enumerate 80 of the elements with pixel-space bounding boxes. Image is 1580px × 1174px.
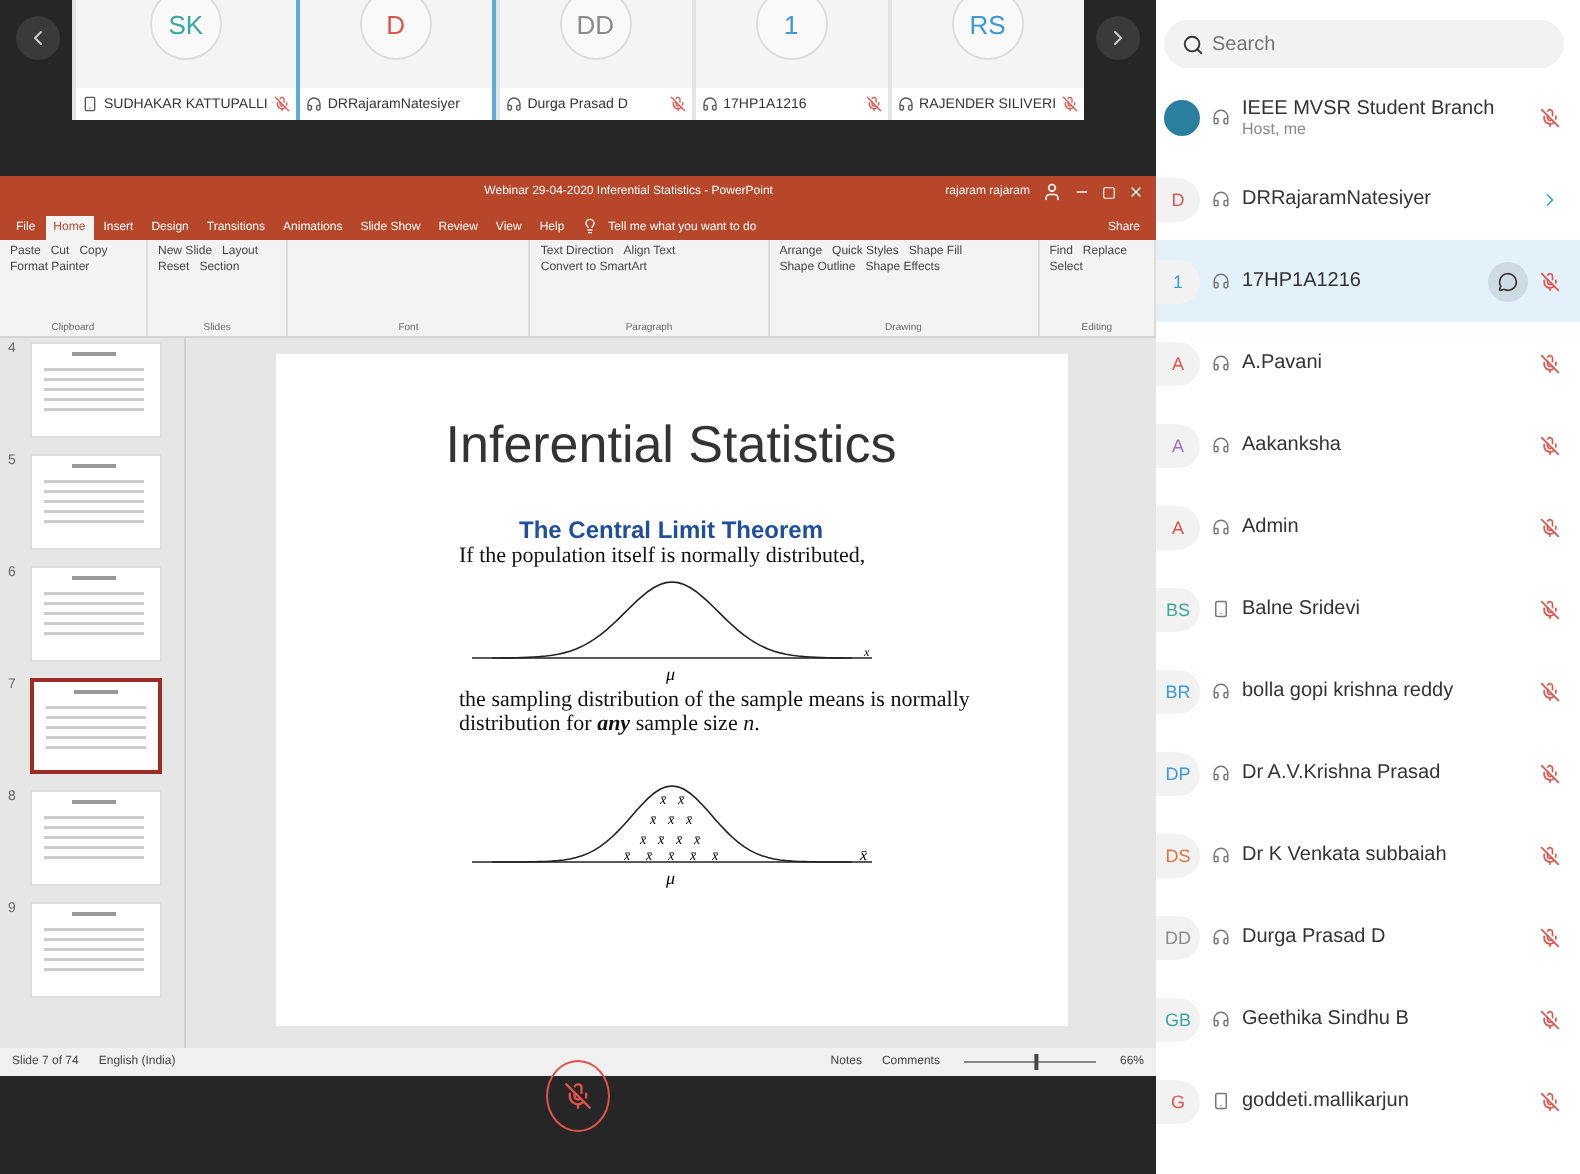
phone-icon bbox=[1212, 600, 1230, 618]
participant-name: Geethika Sindhu B bbox=[1242, 1008, 1411, 1030]
headset-icon bbox=[897, 96, 914, 112]
initials-avatar: DD bbox=[1156, 915, 1200, 959]
muted-mic-icon bbox=[564, 1082, 592, 1110]
headset-icon bbox=[1212, 764, 1230, 782]
participant-name: goddeti.mallikarjun bbox=[1242, 1090, 1411, 1112]
maximize-icon[interactable] bbox=[1102, 185, 1116, 199]
participant-row[interactable]: DP Dr A.V.Krishna Prasad bbox=[1156, 732, 1580, 814]
headset-icon bbox=[1212, 682, 1230, 700]
headset-icon bbox=[1212, 354, 1230, 372]
initials-avatar: D bbox=[1156, 177, 1200, 221]
participant-role: Host, me bbox=[1242, 119, 1309, 137]
headset-icon bbox=[1212, 190, 1230, 208]
next-button[interactable] bbox=[1096, 16, 1140, 60]
participant-row[interactable]: 1 17HP1A1216 bbox=[1156, 240, 1580, 322]
headset-icon bbox=[1212, 272, 1230, 290]
participant-row[interactable]: BR bolla gopi krishna reddy bbox=[1156, 650, 1580, 732]
participant-name: Dr K Venkata subbaiah bbox=[1242, 844, 1449, 866]
participant-row[interactable]: IEEE MVSR Student Branch Host, me bbox=[1156, 76, 1580, 158]
participant-row[interactable]: A Admin bbox=[1156, 486, 1580, 568]
phone-icon bbox=[82, 96, 98, 112]
chat-button[interactable] bbox=[1488, 261, 1528, 301]
headset-icon bbox=[1212, 436, 1230, 454]
participant-row[interactable]: GB Geethika Sindhu B bbox=[1156, 978, 1580, 1060]
lightbulb-icon bbox=[582, 218, 599, 234]
search-field[interactable]: Search bbox=[1164, 20, 1564, 68]
slide-text: If the population itself is normally distributed, bbox=[459, 544, 868, 568]
initials-avatar: BR bbox=[1156, 669, 1200, 713]
previous-button[interactable] bbox=[16, 16, 60, 60]
participant-name: Durga Prasad D bbox=[1242, 926, 1388, 948]
user-icon bbox=[1042, 182, 1062, 202]
initials-avatar: DS bbox=[1156, 833, 1200, 877]
participant-row[interactable]: DD Durga Prasad D bbox=[1156, 896, 1580, 978]
chat-icon bbox=[1498, 271, 1518, 291]
headset-icon bbox=[1212, 928, 1230, 946]
avatar: DD bbox=[559, 0, 632, 60]
initials-avatar: A bbox=[1156, 423, 1200, 467]
avatar: SK bbox=[149, 0, 222, 60]
participant-row[interactable]: DS Dr K Venkata subbaiah bbox=[1156, 814, 1580, 896]
headset-icon bbox=[1212, 846, 1230, 864]
slide-subtitle: The Central Limit Theorem bbox=[518, 516, 824, 544]
headset-icon bbox=[305, 96, 322, 112]
slide-text: the sampling distribution of the sample means is normally distribution for any sample size n. bbox=[459, 688, 972, 736]
initials-avatar: GB bbox=[1156, 997, 1200, 1041]
mute-button[interactable] bbox=[546, 1060, 610, 1132]
headset-icon bbox=[1212, 1010, 1230, 1028]
participant-name: A.Pavani bbox=[1242, 352, 1325, 374]
participant-name: Balne Sridevi bbox=[1242, 598, 1362, 620]
initials-avatar: DP bbox=[1156, 751, 1200, 795]
participant-row[interactable]: G goddeti.mallikarjun bbox=[1156, 1060, 1580, 1142]
initials-avatar: BS bbox=[1156, 587, 1200, 631]
slide-thumbnail[interactable] bbox=[30, 678, 162, 774]
avatar: 1 bbox=[755, 0, 828, 60]
participant-name: DRRajaramNatesiyer bbox=[1242, 188, 1433, 210]
participant-name: bolla gopi krishna reddy bbox=[1242, 680, 1456, 702]
close-icon[interactable] bbox=[1128, 184, 1144, 200]
participant-name: IEEE MVSR Student Branch bbox=[1242, 97, 1497, 119]
participant-name: Dr A.V.Krishna Prasad bbox=[1242, 762, 1443, 784]
zoom-slider-thumb[interactable] bbox=[1034, 1054, 1039, 1070]
headset-icon bbox=[1212, 518, 1230, 536]
participant-name: Admin bbox=[1242, 516, 1301, 538]
participant-row[interactable]: A A.Pavani bbox=[1156, 322, 1580, 404]
slide-title: Inferential Statistics bbox=[445, 414, 897, 476]
participant-row[interactable]: D DRRajaramNatesiyer bbox=[1156, 158, 1580, 240]
participant-row[interactable]: A Aakanksha bbox=[1156, 404, 1580, 486]
initials-avatar: G bbox=[1156, 1079, 1200, 1123]
initials-avatar: 1 bbox=[1156, 259, 1200, 303]
participant-row[interactable]: BS Balne Sridevi bbox=[1156, 568, 1580, 650]
avatar: D bbox=[359, 0, 432, 60]
participant-name: 17HP1A1216 bbox=[1242, 270, 1363, 292]
initials-avatar: A bbox=[1156, 505, 1200, 549]
phone-icon bbox=[1212, 1092, 1230, 1110]
participant-name: Aakanksha bbox=[1242, 434, 1343, 456]
headset-icon bbox=[1212, 108, 1230, 126]
search-icon bbox=[1182, 34, 1204, 56]
initials-avatar: A bbox=[1156, 341, 1200, 385]
headset-icon bbox=[701, 96, 718, 112]
avatar: RS bbox=[951, 0, 1024, 60]
headset-icon bbox=[505, 96, 522, 112]
